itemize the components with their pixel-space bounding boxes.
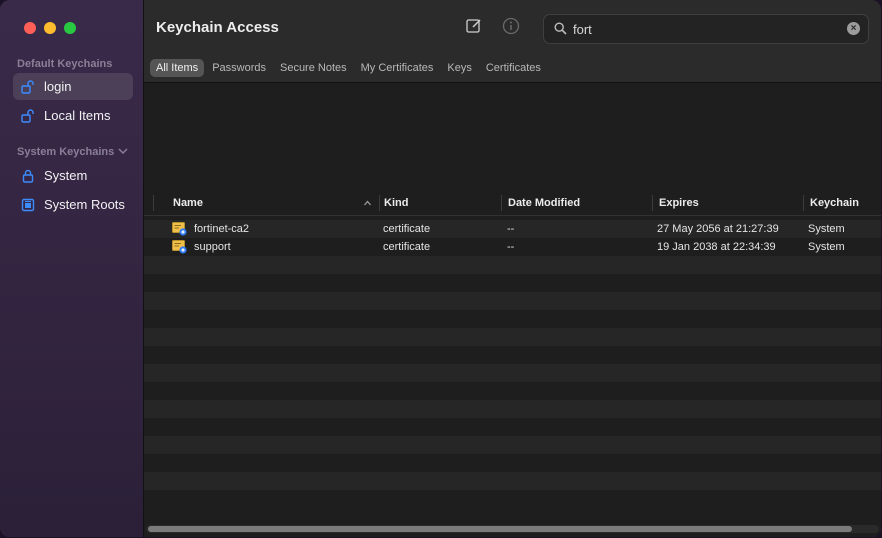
- empty-row: [144, 346, 881, 364]
- certificate-icon: [172, 240, 187, 254]
- row-kind: certificate: [383, 241, 431, 253]
- empty-row: [144, 274, 881, 292]
- row-keychain: System: [808, 241, 845, 253]
- minimize-window-button[interactable]: [44, 22, 56, 34]
- sort-ascending-icon: [363, 191, 372, 215]
- close-window-button[interactable]: [24, 22, 36, 34]
- empty-row: [144, 256, 881, 274]
- sidebar-item-label: login: [44, 79, 72, 94]
- keychain-access-window: Default Keychains login Local Items Syst…: [0, 0, 881, 537]
- default-keychains-heading: Default Keychains: [17, 58, 113, 70]
- lock-open-icon: [21, 108, 35, 123]
- window-title: Keychain Access: [156, 19, 279, 36]
- row-keychain: System: [808, 223, 845, 235]
- empty-row: [144, 454, 881, 472]
- chevron-down-icon: [118, 146, 128, 158]
- column-divider: [379, 195, 380, 211]
- cabinet-icon: [21, 198, 35, 212]
- category-tabs: All Items Passwords Secure Notes My Cert…: [150, 59, 547, 77]
- row-expires: 19 Jan 2038 at 22:34:39: [657, 241, 776, 253]
- search-icon: [554, 22, 567, 40]
- system-keychains-heading[interactable]: System Keychains: [17, 146, 128, 158]
- row-expires: 27 May 2056 at 21:27:39: [657, 223, 779, 235]
- tab-my-certificates[interactable]: My Certificates: [355, 59, 440, 77]
- column-divider: [501, 195, 502, 211]
- empty-row: [144, 382, 881, 400]
- main-content: Name Kind Date Modified Expires Keychain…: [144, 83, 881, 537]
- sidebar: Default Keychains login Local Items Syst…: [0, 0, 144, 537]
- column-header-keychain[interactable]: Keychain: [810, 191, 859, 215]
- tab-certificates[interactable]: Certificates: [480, 59, 547, 77]
- sidebar-item-local-items[interactable]: Local Items: [13, 102, 133, 129]
- window-controls: [24, 22, 76, 34]
- search-input[interactable]: fort: [573, 22, 592, 37]
- compose-icon: [465, 17, 483, 40]
- search-field[interactable]: fort ×: [543, 14, 869, 44]
- column-divider: [652, 195, 653, 211]
- sidebar-item-label: System Roots: [44, 197, 125, 212]
- certificate-icon: [172, 222, 187, 236]
- tab-keys[interactable]: Keys: [441, 59, 477, 77]
- tab-secure-notes[interactable]: Secure Notes: [274, 59, 353, 77]
- row-name: fortinet-ca2: [194, 223, 250, 235]
- empty-row: [144, 436, 881, 454]
- column-divider: [803, 195, 804, 211]
- get-info-button[interactable]: [501, 17, 521, 40]
- sidebar-item-label: System: [44, 168, 88, 183]
- table-row[interactable]: fortinet-ca2 certificate -- 27 May 2056 …: [144, 220, 881, 238]
- new-item-button[interactable]: [464, 18, 484, 38]
- empty-row: [144, 292, 881, 310]
- column-header-expires[interactable]: Expires: [659, 191, 699, 215]
- empty-row: [144, 400, 881, 418]
- empty-row: [144, 472, 881, 490]
- clear-search-icon[interactable]: ×: [847, 22, 860, 35]
- empty-row: [144, 310, 881, 328]
- table-header: Name Kind Date Modified Expires Keychain: [144, 191, 881, 216]
- column-header-kind[interactable]: Kind: [384, 191, 408, 215]
- empty-row: [144, 364, 881, 382]
- lock-icon: [21, 169, 35, 183]
- row-name: support: [194, 241, 231, 253]
- column-header-date-modified[interactable]: Date Modified: [508, 191, 580, 215]
- row-date-modified: --: [507, 223, 515, 235]
- zoom-window-button[interactable]: [64, 22, 76, 34]
- sidebar-item-system-roots[interactable]: System Roots: [13, 191, 133, 218]
- row-date-modified: --: [507, 241, 515, 253]
- tab-all-items[interactable]: All Items: [150, 59, 205, 77]
- empty-row: [144, 328, 881, 346]
- empty-row: [144, 490, 881, 508]
- row-kind: certificate: [383, 223, 431, 235]
- empty-row: [144, 418, 881, 436]
- sidebar-item-label: Local Items: [44, 108, 111, 123]
- column-header-name[interactable]: Name: [173, 191, 203, 215]
- table-row[interactable]: support certificate -- 19 Jan 2038 at 22…: [144, 238, 881, 256]
- info-icon: [502, 17, 520, 40]
- toolbar: Keychain Access fort × All Items Passwor…: [144, 0, 881, 83]
- sidebar-item-login[interactable]: login: [13, 73, 133, 100]
- column-divider: [153, 195, 154, 211]
- scrollbar-thumb[interactable]: [148, 526, 852, 532]
- lock-open-icon: [21, 79, 35, 94]
- horizontal-scrollbar[interactable]: [146, 525, 879, 533]
- item-preview-area: [144, 83, 881, 190]
- sidebar-item-system[interactable]: System: [13, 162, 133, 189]
- tab-passwords[interactable]: Passwords: [206, 59, 272, 77]
